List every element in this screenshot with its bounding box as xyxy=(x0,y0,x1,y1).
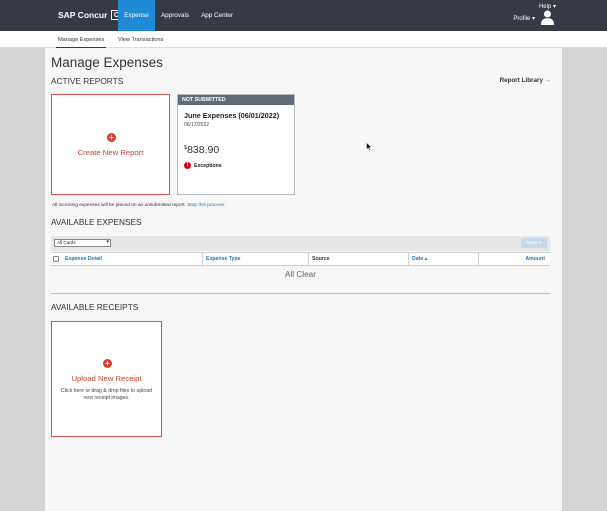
select-all-checkbox[interactable] xyxy=(53,256,59,262)
report-library-label: Report Library xyxy=(499,77,543,84)
exceptions-badge: ! Exceptions xyxy=(184,162,222,169)
move-button[interactable]: Move ▾ xyxy=(521,238,547,248)
column-amount[interactable]: Amount xyxy=(525,253,545,265)
column-expense-type[interactable]: Expense Type xyxy=(206,253,241,265)
main-content: Manage Expenses ACTIVE REPORTS Report Li… xyxy=(45,48,562,511)
create-new-report-card[interactable]: + Create New Report xyxy=(51,94,170,195)
subnav-view-transactions[interactable]: View Transactions xyxy=(118,31,163,48)
report-library-link[interactable]: Report Library → xyxy=(500,77,551,84)
top-navigation-bar: SAP Concur C Expense Approvals App Cente… xyxy=(0,0,607,31)
card-filter-select[interactable]: All Cards xyxy=(54,239,111,247)
tab-expense[interactable]: Expense xyxy=(118,0,155,31)
report-status-header: NOT SUBMITTED xyxy=(178,95,294,105)
column-date[interactable]: Date ▴ xyxy=(412,253,427,265)
section-divider xyxy=(51,293,550,294)
page-title: Manage Expenses xyxy=(51,55,163,70)
brand-name: SAP Concur xyxy=(58,10,108,20)
user-avatar-icon[interactable] xyxy=(541,10,554,25)
sub-navigation: Manage Expenses View Transactions xyxy=(0,31,607,49)
column-divider xyxy=(408,253,409,265)
expenses-empty-state: All Clear xyxy=(285,270,316,279)
available-expenses-heading: AVAILABLE EXPENSES xyxy=(51,217,142,227)
plus-circle-icon: + xyxy=(107,133,116,142)
arrow-right-icon: → xyxy=(544,77,551,84)
report-name: June Expenses (06/01/2022) xyxy=(184,111,280,120)
upload-instructions: Click here or drag & drop files to uploa… xyxy=(60,388,153,401)
tab-app-center[interactable]: App Center xyxy=(196,0,238,31)
expenses-table-header: Expense Detail Expense Type Source Date … xyxy=(51,252,550,266)
help-menu[interactable]: Help ▾ xyxy=(539,3,556,10)
create-new-report-label: Create New Report xyxy=(77,148,144,157)
subnav-manage-expenses[interactable]: Manage Expenses xyxy=(55,31,107,49)
incoming-expenses-note: All incoming expenses will be placed on … xyxy=(52,203,225,208)
plus-circle-icon: + xyxy=(103,359,112,368)
column-source: Source xyxy=(312,256,330,262)
exceptions-label: Exceptions xyxy=(194,162,222,169)
column-divider xyxy=(202,253,203,265)
report-amount: $838.90 xyxy=(184,144,219,156)
column-divider xyxy=(308,253,309,265)
tab-approvals[interactable]: Approvals xyxy=(157,0,193,31)
exclamation-icon: ! xyxy=(184,162,191,169)
upload-new-receipt-card[interactable]: + Upload New Receipt Click here or drag … xyxy=(51,321,162,437)
report-card[interactable]: NOT SUBMITTED June Expenses (06/01/2022)… xyxy=(177,94,295,195)
column-divider xyxy=(478,253,479,265)
mouse-cursor-icon xyxy=(366,142,372,151)
amount-value: 838.90 xyxy=(187,144,220,156)
stop-process-link[interactable]: Stop this process. xyxy=(187,203,225,208)
incoming-text: All incoming expenses will be placed on … xyxy=(52,203,186,208)
report-date: 06/17/2022 xyxy=(184,122,210,128)
active-reports-heading: ACTIVE REPORTS xyxy=(51,76,124,86)
available-receipts-heading: AVAILABLE RECEIPTS xyxy=(51,302,139,312)
expenses-filter-bar: All Cards Move ▾ xyxy=(51,236,550,251)
column-expense-detail[interactable]: Expense Detail xyxy=(65,253,102,265)
upload-new-receipt-label: Upload New Receipt xyxy=(71,374,142,383)
brand-logo[interactable]: SAP Concur C xyxy=(58,10,122,20)
profile-menu[interactable]: Profile ▾ xyxy=(513,15,535,22)
